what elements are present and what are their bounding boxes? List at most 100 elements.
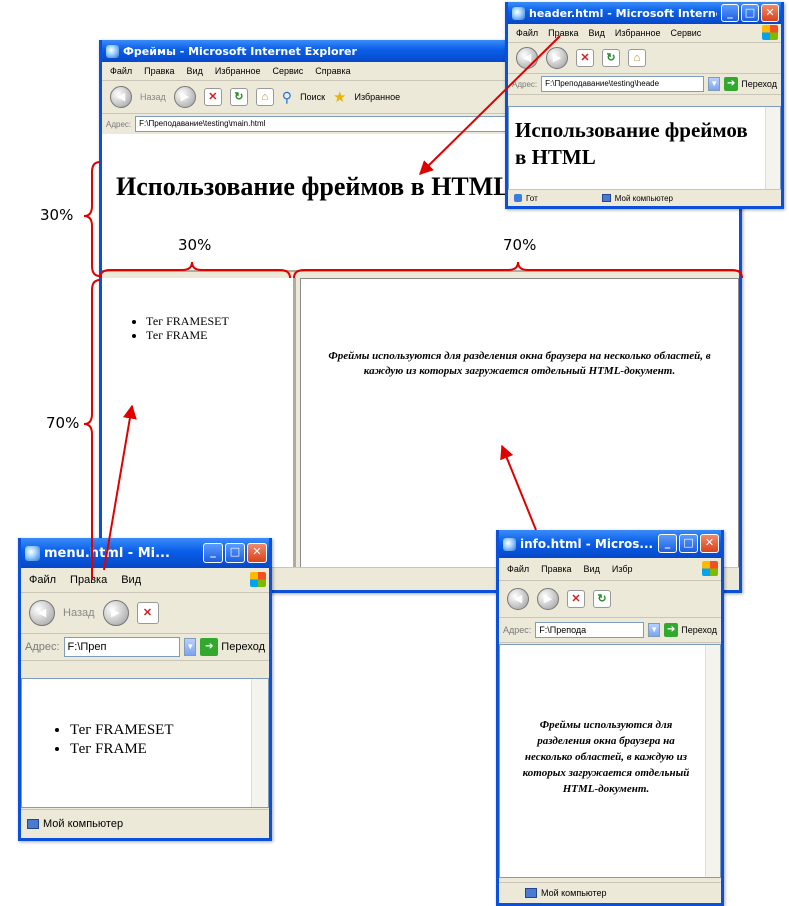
menu-edit[interactable]: Правка	[541, 564, 571, 574]
menu-favorites[interactable]: Избранное	[215, 66, 261, 76]
go-label: Переход	[681, 625, 717, 635]
header-browser-window: header.html - Microsoft Internet E... _ …	[505, 2, 784, 209]
search-icon[interactable]: ⚲	[282, 89, 292, 106]
menu-window-menu-bar: Файл Правка Вид	[21, 568, 269, 593]
maximize-icon[interactable]: □	[741, 4, 759, 22]
dropdown-icon[interactable]: ▼	[184, 638, 197, 656]
windows-logo-icon	[702, 561, 718, 576]
refresh-icon[interactable]: ↻	[602, 49, 620, 67]
close-icon[interactable]: ✕	[761, 4, 779, 22]
refresh-icon[interactable]: ↻	[229, 88, 248, 106]
minimize-icon[interactable]: _	[721, 4, 739, 22]
menu-tools[interactable]: Сервис	[272, 66, 303, 76]
label-row-bottom: 70%	[46, 414, 80, 432]
back-button-icon[interactable]: ◀	[507, 588, 529, 610]
minimize-icon[interactable]: _	[203, 543, 223, 563]
refresh-icon[interactable]: ↻	[593, 590, 611, 608]
address-input[interactable]: F:\Преподавание\testing\heade	[541, 76, 705, 92]
address-label: Адрес:	[512, 79, 538, 89]
dropdown-icon[interactable]: ▼	[648, 623, 661, 637]
vertical-scrollbar[interactable]	[251, 679, 268, 807]
menu-frame-item-frame[interactable]: Тег FRAME	[146, 328, 229, 342]
menu-window-address-bar: Адрес: F:\Преп ▼ ➔ Переход	[21, 634, 269, 661]
menu-edit[interactable]: Правка	[70, 574, 107, 586]
menu-window-item-frame[interactable]: Тег FRAME	[70, 740, 174, 759]
label-col-left: 30%	[178, 236, 212, 254]
menu-frame-list: Тег FRAMESET Тег FRAME	[126, 314, 229, 342]
menu-window-content: Тег FRAMESET Тег FRAME	[21, 678, 269, 808]
menu-tools[interactable]: Сервис	[670, 28, 701, 38]
header-window-heading: Использование фреймов в HTML	[515, 118, 748, 169]
go-label: Переход	[741, 79, 777, 89]
forward-button-icon[interactable]: ▶	[546, 47, 568, 69]
menu-view[interactable]: Вид	[584, 564, 600, 574]
header-title-bar[interactable]: header.html - Microsoft Internet E... _ …	[508, 2, 781, 24]
back-label: Назад	[140, 92, 166, 102]
favorites-star-icon[interactable]: ★	[333, 88, 346, 106]
search-label[interactable]: Поиск	[300, 92, 325, 102]
vertical-scrollbar[interactable]	[765, 107, 780, 189]
stop-icon[interactable]: ✕	[203, 88, 222, 106]
dropdown-icon[interactable]: ▼	[708, 77, 721, 91]
info-window-toolbar: ◀ ▶ ✕ ↻	[499, 581, 721, 618]
info-window-address-bar: Адрес: F:\Препода ▼ ➔ Переход	[499, 618, 721, 643]
back-button-icon[interactable]: ◀	[516, 47, 538, 69]
menu-file[interactable]: Файл	[507, 564, 529, 574]
forward-button-icon[interactable]: ▶	[537, 588, 559, 610]
menu-window-item-frameset[interactable]: Тег FRAMESET	[70, 721, 174, 740]
go-button[interactable]: ➔ Переход	[664, 623, 717, 637]
stop-icon[interactable]: ✕	[576, 49, 594, 67]
menu-file[interactable]: Файл	[516, 28, 538, 38]
go-button[interactable]: ➔ Переход	[724, 77, 777, 91]
back-button-icon[interactable]: ◀	[110, 86, 132, 108]
forward-button-icon[interactable]: ▶	[173, 86, 196, 108]
header-status-bar: Гот Мой компьютер	[508, 189, 781, 206]
header-window-content: Использование фреймов в HTML	[508, 106, 781, 190]
forward-button-icon[interactable]: ▶	[102, 600, 129, 626]
status-text: Мой компьютер	[541, 888, 607, 898]
home-icon[interactable]: ⌂	[255, 88, 274, 106]
menu-favorites[interactable]: Избр	[612, 564, 633, 574]
close-icon[interactable]: ✕	[247, 543, 267, 563]
go-button[interactable]: ➔ Переход	[200, 638, 265, 656]
header-window-controls: _ □ ✕	[721, 4, 779, 22]
info-title-bar[interactable]: info.html - Micros... _ □ ✕	[499, 530, 721, 558]
menu-file[interactable]: Файл	[29, 574, 56, 586]
menu-help[interactable]: Справка	[315, 66, 350, 76]
row-bottom-brace	[83, 279, 101, 580]
menu-title-bar[interactable]: menu.html - Mi... _ □ ✕	[21, 538, 269, 568]
close-icon[interactable]: ✕	[700, 534, 719, 553]
menu-window-toolbar: ◀ Назад ▶ ✕	[21, 593, 269, 634]
ie-icon	[514, 194, 522, 202]
menu-edit[interactable]: Правка	[144, 66, 174, 76]
menu-browser-window: menu.html - Mi... _ □ ✕ Файл Правка Вид …	[18, 538, 272, 841]
menu-favorites[interactable]: Избранное	[615, 28, 661, 38]
menu-view[interactable]: Вид	[121, 574, 141, 586]
status-text: Гот	[526, 193, 538, 203]
maximize-icon[interactable]: □	[225, 543, 245, 563]
minimize-icon[interactable]: _	[658, 534, 677, 553]
menu-view[interactable]: Вид	[589, 28, 605, 38]
info-window-menu-bar: Файл Правка Вид Избр	[499, 558, 721, 581]
computer-icon	[601, 194, 611, 202]
maximize-icon[interactable]: □	[679, 534, 698, 553]
stop-icon[interactable]: ✕	[567, 590, 585, 608]
label-col-right: 70%	[503, 236, 537, 254]
favorites-label[interactable]: Избранное	[354, 92, 400, 102]
address-input[interactable]: F:\Преп	[63, 637, 181, 657]
home-icon[interactable]: ⌂	[628, 49, 646, 67]
menu-edit[interactable]: Правка	[548, 28, 578, 38]
go-arrow-icon: ➔	[724, 77, 739, 91]
computer-icon	[27, 819, 39, 829]
address-label: Адрес:	[503, 625, 532, 635]
ie-icon	[25, 545, 40, 561]
stop-icon[interactable]: ✕	[136, 602, 159, 624]
address-input[interactable]: F:\Препода	[535, 622, 645, 638]
menu-view[interactable]: Вид	[187, 66, 203, 76]
menu-frame-item-frameset[interactable]: Тег FRAMESET	[146, 314, 229, 328]
back-button-icon[interactable]: ◀	[29, 600, 55, 626]
vertical-scrollbar[interactable]	[705, 645, 720, 877]
ie-icon	[512, 6, 525, 20]
menu-file[interactable]: Файл	[110, 66, 132, 76]
go-arrow-icon: ➔	[664, 623, 679, 637]
